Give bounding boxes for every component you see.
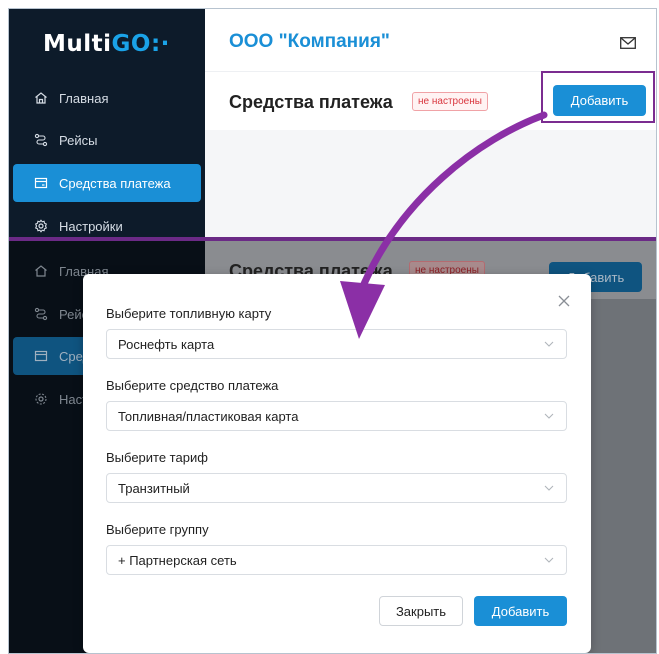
- sidebar-item-trips[interactable]: Рейсы: [13, 121, 201, 159]
- mail-icon[interactable]: [620, 36, 636, 54]
- close-icon[interactable]: [557, 294, 571, 308]
- before-state: MultiGO:· Главная Рейсы Средства платежа…: [9, 9, 656, 240]
- sidebar-item-label: Главная: [59, 90, 109, 106]
- card-icon: [33, 348, 49, 364]
- gear-icon: [33, 218, 49, 234]
- page-title: Средства платежа: [229, 92, 393, 112]
- payment-method-select[interactable]: Топливная/пластиковая карта: [106, 401, 567, 431]
- group-label: Выберите группу: [106, 522, 209, 537]
- route-icon: [33, 132, 49, 148]
- route-icon: [33, 306, 49, 322]
- close-button[interactable]: Закрыть: [379, 596, 463, 626]
- tariff-label: Выберите тариф: [106, 450, 208, 465]
- payment-method-label: Выберите средство платежа: [106, 378, 279, 393]
- screenshot-frame: MultiGO:· Главная Рейсы Средства платежа…: [8, 8, 657, 654]
- home-icon: [33, 90, 49, 106]
- add-payment-modal: Выберите топливную карту Роснефть карта …: [83, 274, 591, 653]
- tariff-select[interactable]: Транзитный: [106, 473, 567, 503]
- fuel-card-select[interactable]: Роснефть карта: [106, 329, 567, 359]
- chevron-down-icon: [543, 482, 555, 494]
- company-name[interactable]: ООО "Компания": [229, 31, 390, 53]
- highlight-box: [541, 71, 655, 123]
- chevron-down-icon: [543, 410, 555, 422]
- sidebar-item-label: Настройки: [59, 218, 123, 234]
- status-badge: не настроены: [412, 92, 488, 111]
- chevron-down-icon: [543, 554, 555, 566]
- fuel-card-label: Выберите топливную карту: [106, 306, 272, 321]
- group-select[interactable]: + Партнерская сеть: [106, 545, 567, 575]
- chevron-down-icon: [543, 338, 555, 350]
- sidebar-item-home[interactable]: Главная: [13, 79, 201, 117]
- card-icon: [33, 175, 49, 191]
- add-submit-button[interactable]: Добавить: [474, 596, 567, 626]
- sidebar-item-payment-methods[interactable]: Средства платежа: [13, 164, 201, 202]
- logo[interactable]: MultiGO:·: [43, 31, 170, 57]
- gear-icon: [33, 391, 49, 407]
- home-icon: [33, 263, 49, 279]
- top-header: ООО "Компания": [205, 9, 656, 71]
- sidebar: MultiGO:· Главная Рейсы Средства платежа…: [9, 9, 205, 240]
- sidebar-item-label: Средства платежа: [59, 175, 171, 191]
- sidebar-item-label: Рейсы: [59, 132, 98, 148]
